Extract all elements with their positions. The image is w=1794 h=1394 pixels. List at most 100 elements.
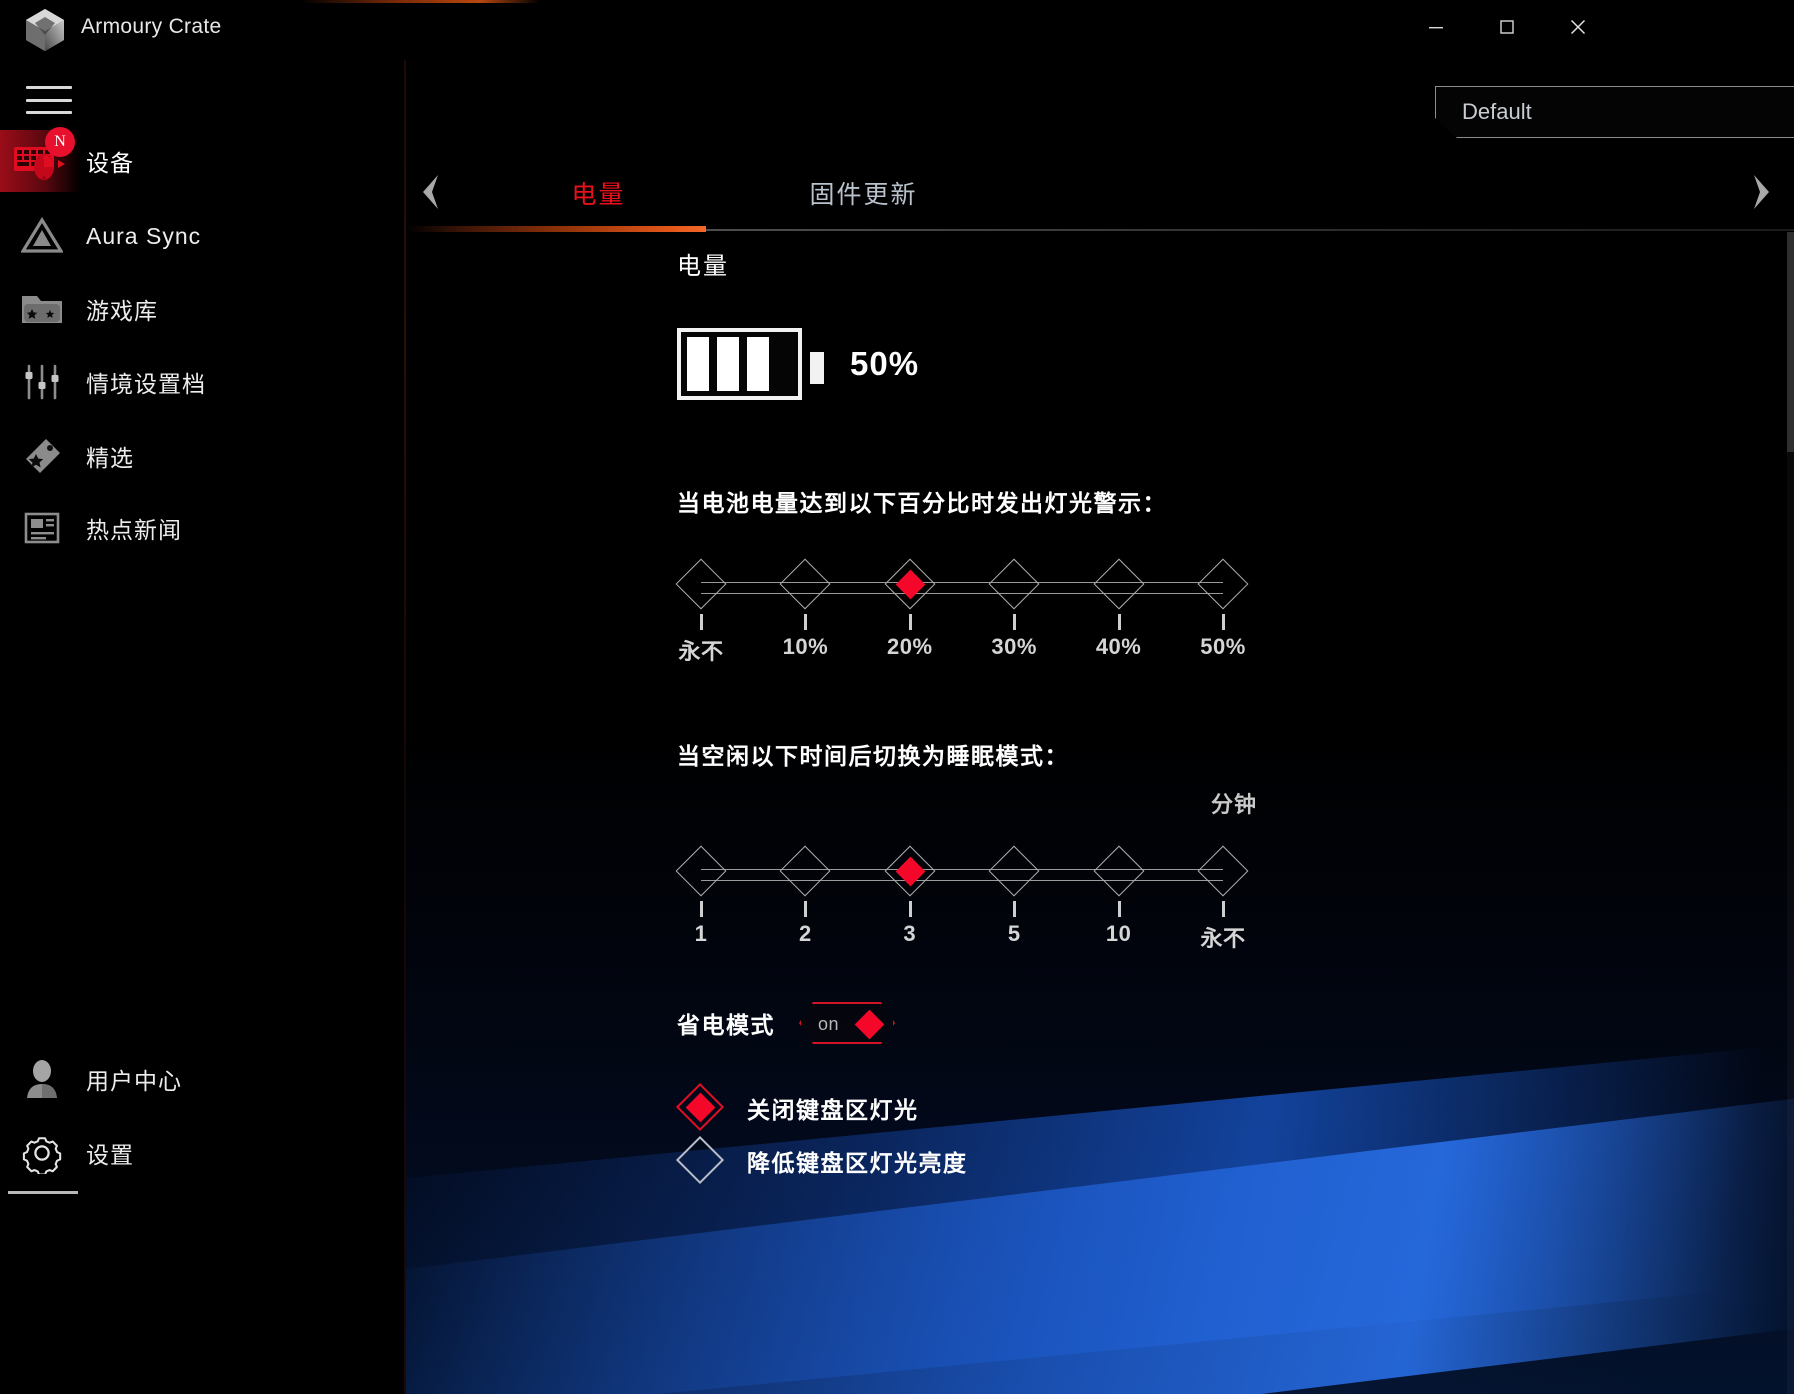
sidebar-badge-devices: N — [45, 127, 75, 157]
sidebar-item-featured[interactable]: 精选 — [0, 425, 406, 487]
sidebar-item-news[interactable]: 热点新闻 — [0, 497, 406, 559]
gear-settings-icon — [12, 1128, 72, 1178]
keyboard-mouse-device-icon: N — [12, 127, 75, 186]
slider-stop[interactable]: 10 — [1093, 839, 1145, 949]
slider-tick — [1222, 901, 1225, 917]
slider-tick — [1117, 901, 1121, 917]
slider-stop-label: 3 — [903, 921, 917, 946]
sidebar-item-settings[interactable]: 设置 — [0, 1122, 406, 1184]
sleep-timer-slider[interactable]: 1 2 3 5 10 永不 — [675, 839, 1249, 951]
power-save-label: 省电模式 — [677, 1012, 775, 1038]
hamburger-menu-icon[interactable] — [26, 82, 72, 118]
scrollbar-thumb[interactable] — [1787, 232, 1794, 452]
close-icon[interactable] — [1555, 0, 1601, 54]
sidebar-item-devices[interactable]: N 设备 — [0, 127, 406, 192]
slider-tick — [1222, 614, 1225, 630]
power-save-toggle-state: on — [818, 1014, 840, 1034]
tab-battery[interactable]: 电量 — [466, 168, 731, 218]
slider-stop[interactable]: 2 — [779, 839, 831, 949]
title-accent-line — [300, 0, 540, 3]
power-save-toggle[interactable]: on — [799, 1002, 895, 1044]
featured-tag-icon — [12, 431, 72, 481]
slider-tick — [804, 614, 808, 630]
battery-percent-label: 50% — [850, 345, 920, 382]
sidebar-item-game-library[interactable]: 游戏库 — [0, 278, 406, 340]
sidebar-item-label: 设备 — [86, 150, 134, 176]
slider-diamond-icon — [1197, 845, 1249, 897]
slider-stop[interactable]: 20% — [884, 552, 936, 662]
slider-stop[interactable]: 50% — [1197, 552, 1249, 662]
slider-stop[interactable]: 永不 — [1197, 839, 1249, 951]
slider-diamond-icon — [988, 845, 1040, 897]
slider-diamond-icon — [675, 845, 727, 897]
slider-stop-label: 10 — [1105, 921, 1132, 946]
slider-diamond-icon — [1197, 558, 1249, 610]
slider-stop[interactable]: 5 — [988, 839, 1040, 949]
radio-label: 关闭键盘区灯光 — [747, 1097, 919, 1123]
slider-tick — [1117, 614, 1121, 630]
slider-diamond-icon — [988, 558, 1040, 610]
maximize-icon[interactable] — [1484, 0, 1530, 54]
battery-warning-slider[interactable]: 永不 10% 20% 30% 40% 50% — [675, 552, 1249, 664]
power-save-row: 省电模式 on — [677, 1002, 895, 1044]
battery-status: 50% — [677, 328, 919, 400]
slider-diamond-icon — [779, 845, 831, 897]
slider-stop-label: 永不 — [1200, 926, 1246, 951]
slider-stop-label: 2 — [799, 921, 812, 946]
slider-tick — [1013, 614, 1017, 630]
profile-select[interactable]: Default — [1435, 86, 1794, 138]
sidebar-item-aura-sync[interactable]: Aura Sync — [0, 205, 406, 267]
slider-diamond-icon — [779, 558, 831, 610]
app-title: Armoury Crate — [81, 15, 222, 38]
chevron-right-icon[interactable] — [1736, 162, 1786, 222]
armoury-crate-window: Armoury Crate N 设备 Aura Sync 游戏库 情境设置档 精… — [0, 0, 1794, 1394]
slider-diamond-icon — [675, 558, 727, 610]
radio-option-dim-keyboard-light[interactable]: 降低键盘区灯光亮度 — [675, 1135, 968, 1185]
minimize-icon[interactable] — [1413, 0, 1459, 54]
slider-stop-label: 5 — [1007, 921, 1021, 946]
slider-stop-label: 10% — [782, 634, 829, 659]
sidebar-item-label: 热点新闻 — [86, 517, 182, 543]
slider-stop-label: 永不 — [678, 639, 724, 664]
slider-stop[interactable]: 3 — [884, 839, 936, 949]
radio-label: 降低键盘区灯光亮度 — [747, 1150, 968, 1176]
battery-half-icon — [677, 328, 824, 400]
news-feed-icon — [12, 503, 72, 553]
slider-diamond-icon — [1093, 845, 1145, 897]
slider-tick — [1013, 901, 1017, 917]
armoury-crate-hexagon-logo — [22, 7, 68, 53]
slider-stop-label: 50% — [1200, 634, 1246, 659]
page-title: 电量 — [677, 253, 729, 280]
sidebar-item-label: 精选 — [86, 445, 134, 471]
slider-stop[interactable]: 10% — [779, 552, 831, 662]
slider-stop-label: 1 — [694, 921, 708, 946]
slider-stop[interactable]: 30% — [988, 552, 1040, 662]
scenario-profile-sliders-icon — [12, 357, 72, 407]
slider-stop[interactable]: 永不 — [675, 552, 727, 664]
sidebar-item-label: 情境设置档 — [86, 371, 206, 397]
sidebar-item-label: Aura Sync — [86, 222, 202, 249]
tab-bar: 电量 固件更新 — [406, 160, 1794, 232]
battery-warning-caption: 当电池电量达到以下百分比时发出灯光警示： — [677, 490, 1167, 516]
tab-firmware-update[interactable]: 固件更新 — [731, 168, 996, 218]
sidebar-item-user-center[interactable]: 用户中心 — [0, 1048, 406, 1110]
slider-tick — [908, 901, 912, 917]
power-save-toggle-knob — [855, 1010, 885, 1040]
sidebar-item-label: 游戏库 — [86, 298, 158, 324]
radio-diamond-icon — [675, 1082, 725, 1132]
sleep-timer-caption: 当空闲以下时间后切换为睡眠模式： — [677, 743, 1069, 769]
slider-stop-label: 20% — [887, 634, 933, 659]
slider-tick — [804, 901, 808, 917]
sidebar-item-label: 用户中心 — [86, 1068, 182, 1094]
slider-tick — [700, 614, 703, 630]
radio-option-turn-off-keyboard-light[interactable]: 关闭键盘区灯光 — [675, 1082, 919, 1132]
sidebar-item-scenario-profiles[interactable]: 情境设置档 — [0, 351, 406, 413]
slider-stop[interactable]: 40% — [1093, 552, 1145, 662]
profile-select-value: Default — [1462, 99, 1532, 124]
slider-diamond-icon — [1093, 558, 1145, 610]
aura-sync-triangle-icon — [12, 211, 72, 261]
sidebar-item-label: 设置 — [86, 1142, 134, 1168]
game-library-folder-icon — [12, 284, 72, 334]
chevron-left-icon[interactable] — [406, 162, 456, 222]
slider-stop[interactable]: 1 — [675, 839, 727, 949]
